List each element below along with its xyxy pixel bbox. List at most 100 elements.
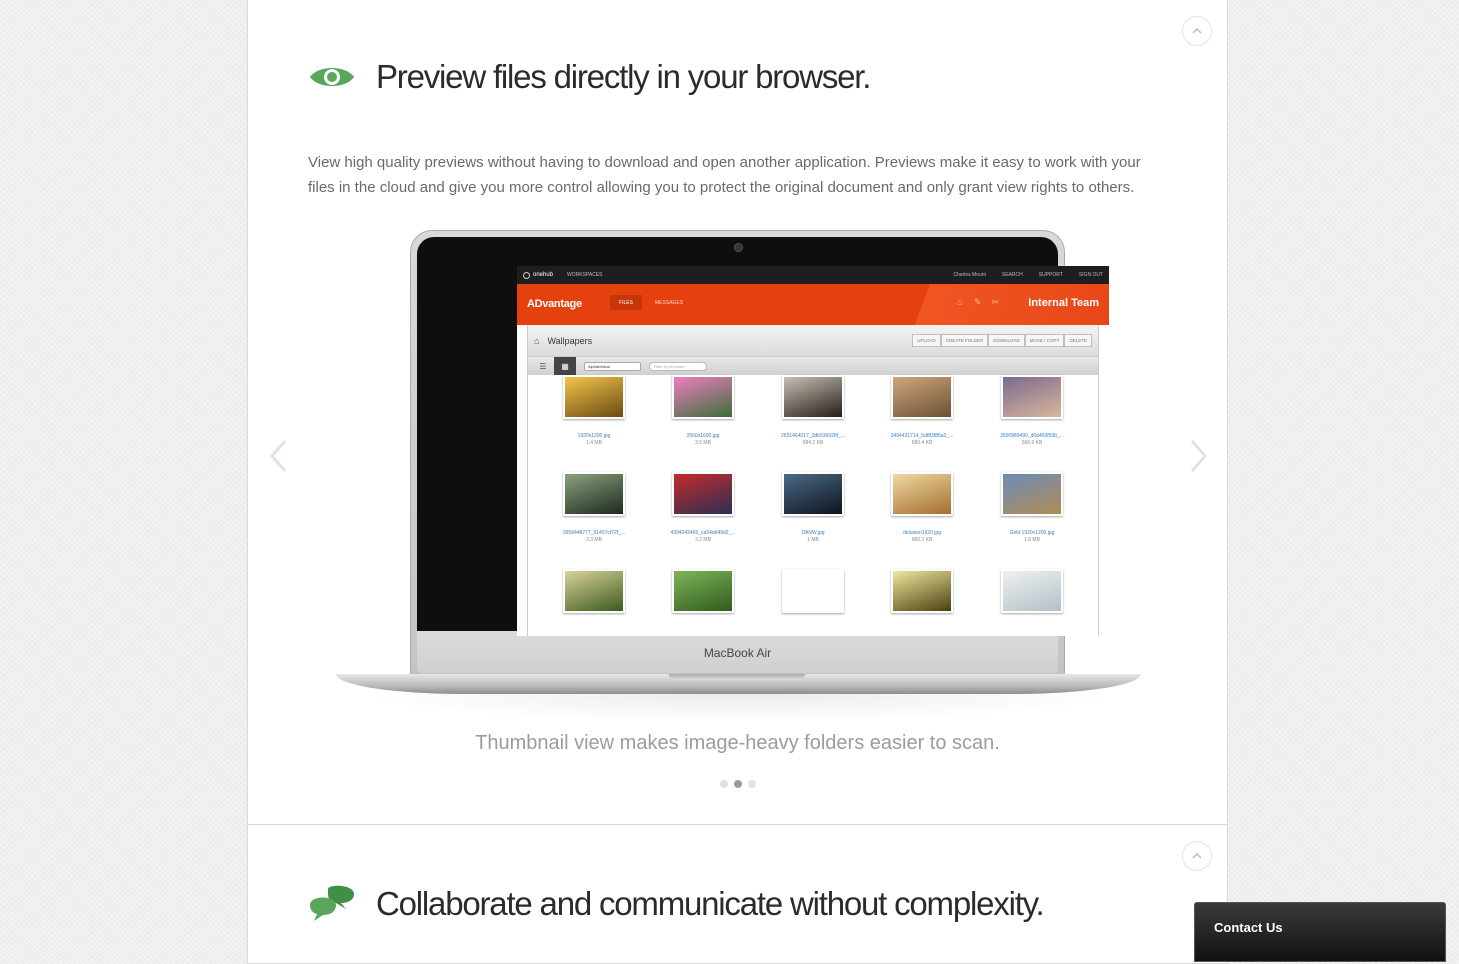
delete-button[interactable]: DELETE	[1064, 334, 1092, 347]
workspace-name: ADvantage	[527, 298, 582, 310]
section-header: Collaborate and communicate without comp…	[308, 885, 1045, 923]
file-size: 566.9 KB	[1021, 440, 1043, 446]
file-thumbnail[interactable]	[782, 472, 844, 516]
filter-input[interactable]: Filter by filename	[649, 361, 707, 371]
file-item[interactable]	[544, 569, 644, 613]
file-browser: ⌂ Wallpapers UPLOAD CREATE FOLDER DOWNLO…	[527, 325, 1099, 636]
breadcrumb: ⌂ Wallpapers UPLOAD CREATE FOLDER DOWNLO…	[528, 325, 1098, 357]
eye-icon	[310, 68, 354, 86]
file-item[interactable]: Gold 1920x1200.jpg 1.6 MB	[982, 472, 1082, 543]
download-button[interactable]: DOWNLOAD	[988, 334, 1025, 347]
file-thumbnail[interactable]	[891, 375, 953, 419]
header-tools-icon: ♨✎✂	[955, 297, 1009, 307]
section-header: Preview files directly in your browser.	[308, 58, 871, 96]
file-thumbnail[interactable]	[782, 569, 844, 613]
search-link[interactable]: SEARCH	[1002, 272, 1023, 278]
file-name[interactable]: 2651464017_3db536928f_...	[763, 433, 863, 439]
file-item[interactable]	[982, 569, 1082, 613]
section-title: Collaborate and communicate without comp…	[376, 885, 1045, 922]
laptop-shadow	[356, 694, 1121, 722]
file-thumbnail[interactable]	[1001, 472, 1063, 516]
chevron-up-icon	[1192, 28, 1202, 34]
support-link[interactable]: SUPPORT	[1039, 272, 1063, 278]
app-screen: onehub WORKSPACES Charles Mount SEARCH S…	[517, 266, 1109, 636]
file-item[interactable]	[872, 569, 972, 613]
file-thumbnail[interactable]	[563, 569, 625, 613]
file-thumbnail[interactable]	[1001, 375, 1063, 419]
file-item[interactable]	[653, 569, 753, 613]
create-folder-button[interactable]: CREATE FOLDER	[940, 334, 989, 347]
file-item[interactable]: 3958448777_51407cf72f_... 3.3 MB	[544, 472, 644, 543]
file-name[interactable]: 1920x1200.jpg	[544, 433, 644, 439]
section-title: Preview files directly in your browser.	[376, 58, 871, 95]
workspace-header: ADvantage FILES MESSAGES ♨✎✂ Internal Te…	[517, 284, 1109, 325]
file-name[interactable]: 4394042465_ca54dd49d2_...	[653, 530, 753, 536]
file-name[interactable]: 2560x1600.jpg	[653, 433, 753, 439]
laptop-notch	[669, 674, 805, 680]
file-size: 3.2 MB	[695, 537, 711, 543]
workspaces-menu[interactable]: WORKSPACES	[567, 272, 602, 278]
grid-view-icon[interactable]: ▦	[554, 357, 576, 375]
file-name[interactable]: 3500989490_d0d453f50b_...	[982, 433, 1082, 439]
tab-messages[interactable]: MESSAGES	[655, 300, 683, 306]
carousel-prev-arrow-icon[interactable]	[268, 438, 288, 474]
carousel-next-arrow-icon[interactable]	[1189, 438, 1209, 474]
file-thumbnail[interactable]	[672, 472, 734, 516]
file-item[interactable]: delusion1920.jpg 960.3 KB	[872, 472, 972, 543]
file-name[interactable]: 3494431714_5d8f3f85a3_...	[872, 433, 972, 439]
scroll-top-button[interactable]	[1182, 841, 1212, 871]
laptop-brand: MacBook Air	[703, 646, 772, 660]
app-logo: onehub	[533, 272, 554, 278]
file-item[interactable]: 4394042465_ca54dd49d2_... 3.2 MB	[653, 472, 753, 543]
upload-button[interactable]: UPLOAD	[912, 334, 941, 347]
file-thumbnail[interactable]	[672, 569, 734, 613]
sort-select[interactable]: Alphabetical	[584, 361, 641, 371]
file-thumbnail[interactable]	[1001, 569, 1063, 613]
file-actions: UPLOAD CREATE FOLDER DOWNLOAD MOVE / COP…	[912, 334, 1092, 347]
view-toolbar: ☰ ▦ Alphabetical Filter by filename	[528, 357, 1098, 375]
carousel-dot[interactable]	[747, 780, 756, 788]
home-icon[interactable]: ⌂	[534, 336, 539, 346]
file-item[interactable]: DANW.jpg 1 MB	[763, 472, 863, 543]
file-name[interactable]: Gold 1920x1200.jpg	[982, 530, 1082, 536]
file-item[interactable]: 1920x1200.jpg 1.4 MB	[544, 375, 644, 446]
app-topbar: onehub WORKSPACES Charles Mount SEARCH S…	[517, 266, 1109, 284]
carousel-dot[interactable]	[733, 780, 742, 788]
contact-us-tab[interactable]: Contact Us	[1194, 902, 1446, 962]
file-thumbnail[interactable]	[563, 472, 625, 516]
file-size: 689.4 KB	[911, 440, 933, 446]
feature-panel-preview: Preview files directly in your browser. …	[247, 0, 1228, 825]
file-name[interactable]: DANW.jpg	[763, 530, 863, 536]
file-name[interactable]: delusion1920.jpg	[872, 530, 972, 536]
file-size: 3.5 MB	[695, 440, 711, 446]
carousel-dots	[248, 780, 1227, 788]
chevron-up-icon	[1192, 853, 1202, 859]
scroll-top-button[interactable]	[1182, 16, 1212, 46]
file-thumbnail[interactable]	[782, 375, 844, 419]
laptop-lid: MacBook Air onehub WORKSPACES Charles Mo…	[410, 230, 1109, 678]
camera-icon	[733, 243, 743, 252]
tab-files[interactable]: FILES	[610, 295, 642, 310]
file-item[interactable]: 2560x1600.jpg 3.5 MB	[653, 375, 753, 446]
topbar-right: Charles Mount SEARCH SUPPORT SIGN OUT	[953, 272, 1103, 278]
signout-link[interactable]: SIGN OUT	[1079, 272, 1103, 278]
contact-us-label: Contact Us	[1214, 920, 1283, 935]
team-name: Internal Team	[1028, 297, 1099, 309]
file-size: 1 MB	[807, 537, 819, 543]
file-item[interactable]: 2651464017_3db536928f_... 684.2 KB	[763, 375, 863, 446]
carousel-dot[interactable]	[719, 780, 728, 788]
user-menu[interactable]: Charles Mount	[953, 272, 986, 278]
file-thumbnail[interactable]	[563, 375, 625, 419]
file-item[interactable]: 3500989490_d0d453f50b_... 566.9 KB	[982, 375, 1082, 446]
file-name[interactable]: 3958448777_51407cf72f_...	[544, 530, 644, 536]
list-view-icon[interactable]: ☰	[532, 357, 554, 375]
file-size: 684.2 KB	[802, 440, 824, 446]
onehub-logo-icon	[523, 271, 530, 279]
file-size: 960.3 KB	[911, 537, 933, 543]
move-copy-button[interactable]: MOVE / COPY	[1024, 334, 1065, 347]
file-thumbnail[interactable]	[891, 569, 953, 613]
file-thumbnail[interactable]	[672, 375, 734, 419]
file-item[interactable]: 3494431714_5d8f3f85a3_... 689.4 KB	[872, 375, 972, 446]
file-thumbnail[interactable]	[891, 472, 953, 516]
file-item[interactable]	[763, 569, 863, 613]
